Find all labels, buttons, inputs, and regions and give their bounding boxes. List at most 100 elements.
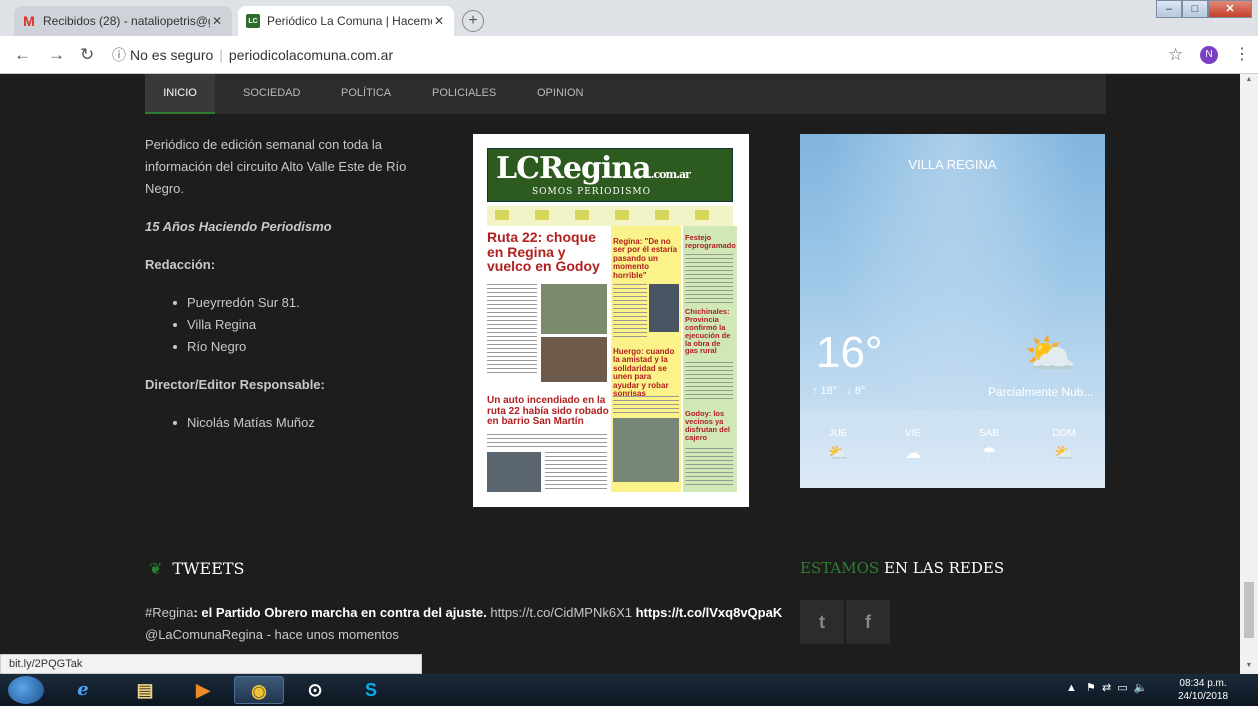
col3-second-headline: Chichinales: Provincia confirmó la ejecu… [685,307,731,356]
minimize-button[interactable]: – [1156,0,1182,18]
address-bar-row: ← → ↻ ⓘ No es seguro | periodicolacomuna… [0,36,1258,74]
new-tab-button[interactable]: + [462,10,484,32]
security-label: No es seguro [130,47,214,63]
nav-item-policiales[interactable]: POLICIALES [432,74,496,114]
divider: | [219,47,223,63]
forecast-day-label: DOM [1052,428,1076,439]
start-button[interactable] [8,676,44,704]
forecast-day-label: SAB [978,428,999,439]
media-player-icon[interactable]: ▶ [178,676,228,704]
weather-condition: Parcialmente Nub... [988,385,1094,399]
tweet-link[interactable]: https://t.co/CidMPNk6X1 [490,605,632,620]
tab-la-comuna[interactable]: LC Periódico La Comuna | Hacemos ✕ [238,6,454,36]
gmail-icon: M [23,13,35,29]
maximize-button[interactable]: □ [1182,0,1208,18]
system-tray: ▲ ⚑ ⇄ ▭ 🔈 [1066,682,1148,694]
forecast-day: DOM ⛅ [1034,428,1094,463]
nav-item-opinion[interactable]: OPINION [537,74,583,114]
clock-time: 08:34 p.m. [1179,678,1227,689]
social-heading-white: EN LAS REDES [879,559,1005,577]
list-item: Río Negro [173,336,415,358]
newspaper-subtitle: SOMOS PERIODISMO [532,187,652,197]
tweet: #Regina: el Partido Obrero marcha en con… [145,602,785,646]
close-window-button[interactable]: ✕ [1208,0,1252,18]
profile-avatar[interactable]: N [1200,46,1218,64]
tweet-link[interactable]: https://t.co/lVxq8vQpaK [632,605,783,620]
url-text: periodicolacomuna.com.ar [228,47,394,63]
photo-rollover [541,337,607,382]
tweets-title: TWEETS [172,559,245,578]
lc-favicon-icon: LC [246,14,260,28]
clock-date: 24/10/2018 [1178,691,1229,702]
info-icon[interactable]: ⓘ [112,45,126,65]
tagline: 15 Años Haciendo Periodismo [145,219,332,234]
tweet-hashtag[interactable]: #Regina [145,605,193,620]
skype-icon[interactable]: S [346,676,396,704]
nav-item-sociedad[interactable]: SOCIEDAD [243,74,300,114]
social-heading-green: ESTAMOS [800,559,880,577]
photo-fire [487,452,541,492]
tweets-heading: ❦ TWEETS [149,559,245,578]
page-content: INICIO SOCIEDAD POLÍTICA POLICIALES OPIN… [0,74,1240,674]
weather-forecast: JUE ⛅ VIE ☁ SAB ☂ DOM ⛅ [800,410,1105,488]
scroll-down-icon[interactable]: ▼ [1240,662,1258,669]
scrollbar-thumb[interactable] [1244,582,1254,638]
twitter-icon[interactable]: t [800,600,844,644]
site-description: Periódico de edición semanal con toda la… [145,137,407,196]
article-text [613,396,679,414]
url-input[interactable]: ⓘ No es seguro | periodicolacomuna.com.a… [112,42,1182,68]
bookmark-star-icon[interactable]: ☆ [1168,45,1183,65]
browser-tab-bar: M Recibidos (28) - nataliopetris@g ✕ LC … [0,0,1258,36]
clock[interactable]: 08:34 p.m. 24/10/2018 [1178,677,1228,703]
menu-icon[interactable]: ⋮ [1234,44,1250,64]
article-text [487,284,537,374]
facebook-icon[interactable]: f [846,600,890,644]
twitter-bird-icon: ❦ [149,559,163,578]
col3-headline: Festejo reprogramado [685,233,736,250]
list-item: Villa Regina [173,314,415,336]
forecast-day: SAB ☂ [959,428,1019,463]
close-tab-icon[interactable]: ✕ [210,14,224,28]
newspaper-masthead: LCRegina.com.ar SOMOS PERIODISMO [487,148,733,202]
forward-icon[interactable]: → [48,45,65,65]
weather-temperature: 16° [816,328,883,377]
vertical-scrollbar[interactable]: ▲ ▼ [1240,74,1258,674]
partly-cloudy-icon: ⛅ [1054,445,1074,462]
tab-title: Recibidos (28) - nataliopetris@g [43,14,210,28]
logo-suffix: .com.ar [650,168,691,181]
logo-text: LCRegina [496,151,652,186]
col3-third-headline: Godoy: los vecinos ya disfrutan del caje… [685,409,731,442]
tab-title: Periódico La Comuna | Hacemos [267,14,432,28]
photo-person [649,284,679,332]
media-center-icon[interactable]: ⊙ [290,676,340,704]
article-text [545,452,607,492]
forecast-day-label: JUE [828,428,848,439]
window-controls: – □ ✕ [1156,0,1252,18]
internet-explorer-icon[interactable]: e [58,676,108,704]
tab-gmail[interactable]: M Recibidos (28) - nataliopetris@g ✕ [14,6,232,36]
weather-high-low: ↑ 18° ↓ 8° [812,385,865,397]
file-explorer-icon[interactable]: ▤ [120,676,170,704]
article-text [487,434,607,448]
rain-cloud-icon: ☂ [981,445,997,462]
nav-item-inicio[interactable]: INICIO [145,74,215,114]
headline-second: Un auto incendiado en la ruta 22 había s… [487,395,609,427]
col2-headline: Regina: "De no ser por él estaría pasand… [613,237,678,280]
reload-icon[interactable]: ↻ [80,45,94,65]
article-text [685,448,733,488]
tweet-author-line[interactable]: @LaComunaRegina - hace unos momentos [145,624,785,646]
social-heading: ESTAMOS EN LAS REDES [800,559,1004,577]
article-text [685,254,733,304]
weather-widget[interactable]: VILLA REGINA 16° ⛅ ↑ 18° ↓ 8° Parcialmen… [800,134,1105,488]
close-tab-icon[interactable]: ✕ [432,14,446,28]
newspaper-cover[interactable]: LCRegina.com.ar SOMOS PERIODISMO Ruta 22… [473,134,749,507]
chrome-icon[interactable]: ◉ [234,676,284,704]
nav-item-politica[interactable]: POLÍTICA [341,74,391,114]
address-list: Pueyrredón Sur 81. Villa Regina Río Negr… [173,292,415,358]
forecast-day: JUE ⛅ [808,428,868,463]
scroll-up-icon[interactable]: ▲ [1240,76,1258,83]
forecast-day: VIE ☁ [883,428,943,463]
status-bar-url: bit.ly/2PQGTak [0,654,422,674]
back-icon[interactable]: ← [14,45,31,65]
taskbar: e ▤ ▶ ◉ ⊙ S ▲ ⚑ ⇄ ▭ 🔈 08:34 p.m. 24/10/20… [0,674,1258,706]
